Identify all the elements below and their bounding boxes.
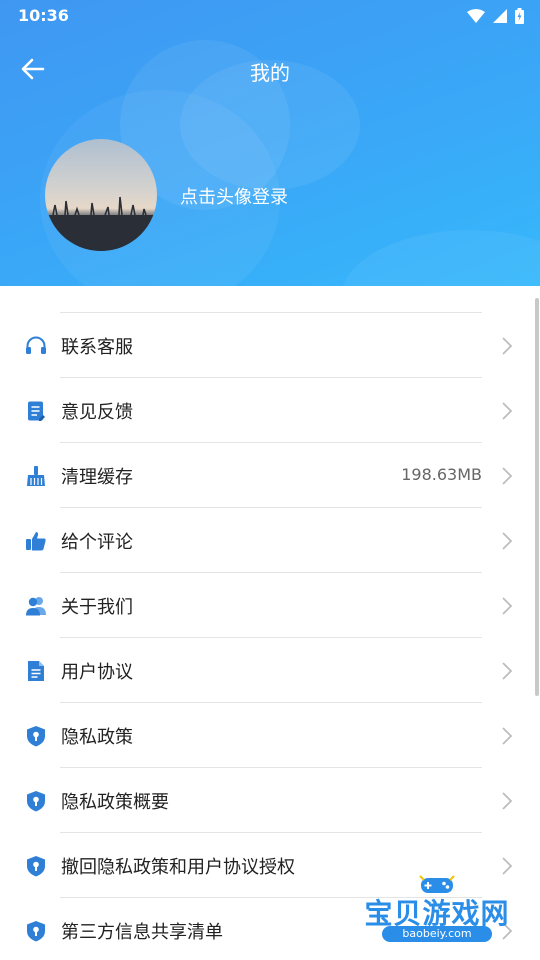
shield-icon: [27, 921, 45, 942]
cache-size-value: 198.63MB: [401, 465, 482, 484]
chevron-right-icon: [502, 597, 513, 615]
battery-icon: [515, 7, 524, 24]
menu-item-user-agreement[interactable]: 用户协议: [0, 638, 540, 703]
menu-item-label: 隐私政策概要: [61, 792, 169, 813]
chevron-right-icon: [502, 532, 513, 550]
thumbs-up-icon: [26, 532, 46, 551]
chevron-right-icon: [502, 467, 513, 485]
signal-icon: [493, 8, 507, 23]
header-decoration: [340, 230, 540, 286]
headset-icon: [26, 336, 46, 354]
status-bar: 10:36: [0, 0, 540, 31]
feedback-note-icon: [28, 401, 45, 421]
page-title: 我的: [250, 61, 290, 85]
shield-icon: [27, 791, 45, 812]
menu-item-privacy-policy[interactable]: 隐私政策: [0, 703, 540, 768]
menu-item-rate[interactable]: 给个评论: [0, 508, 540, 573]
avatar[interactable]: [45, 139, 157, 251]
menu-item-label: 清理缓存: [61, 467, 133, 488]
scrollbar[interactable]: [535, 298, 539, 696]
menu-item-label: 隐私政策: [61, 727, 133, 748]
menu-item-feedback[interactable]: 意见反馈: [0, 378, 540, 443]
shield-icon: [27, 856, 45, 877]
shield-icon: [27, 726, 45, 747]
menu-item-clear-cache[interactable]: 清理缓存 198.63MB: [0, 443, 540, 508]
watermark-url: baobeiy.com: [382, 926, 492, 942]
menu-item-label: 意见反馈: [61, 402, 133, 423]
chevron-right-icon: [502, 402, 513, 420]
chevron-right-icon: [502, 727, 513, 745]
login-prompt[interactable]: 点击头像登录: [180, 183, 288, 209]
menu-item-label: 用户协议: [61, 662, 133, 683]
menu-item-privacy-summary[interactable]: 隐私政策概要: [0, 768, 540, 833]
document-icon: [28, 661, 44, 681]
chevron-right-icon: [502, 792, 513, 810]
menu-item-label: 撤回隐私政策和用户协议授权: [61, 857, 295, 878]
menu-item-label: 联系客服: [61, 337, 133, 358]
menu-item-contact-service[interactable]: 联系客服: [0, 313, 540, 378]
menu-item-label: 给个评论: [61, 532, 133, 553]
chevron-right-icon: [502, 662, 513, 680]
wifi-icon: [467, 8, 485, 23]
people-icon: [26, 597, 46, 616]
settings-list: 联系客服 意见反馈 清理缓存 198.63MB 给个评论 关于我们 用户协议 隐…: [0, 286, 540, 960]
menu-item-label: 第三方信息共享清单: [61, 922, 223, 943]
chevron-right-icon: [502, 337, 513, 355]
watermark-logo: 宝贝游戏网 baobeiy.com: [364, 874, 510, 954]
menu-item-about-us[interactable]: 关于我们: [0, 573, 540, 638]
profile-header: 10:36 我的 点击头像登录: [0, 0, 540, 286]
menu-item-label: 关于我们: [61, 597, 133, 618]
broom-icon: [27, 466, 45, 486]
status-time: 10:36: [18, 6, 69, 25]
